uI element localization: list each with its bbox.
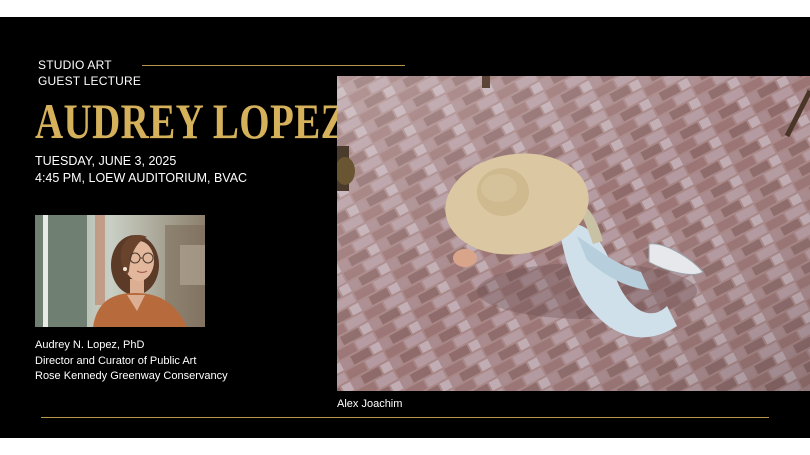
speaker-portrait	[35, 215, 205, 327]
photo-credit: Alex Joachim	[337, 398, 403, 410]
event-date: TUESDAY, JUNE 3, 2025	[35, 154, 177, 168]
event-datetime: TUESDAY, JUNE 3, 2025 4:45 PM, LOEW AUDI…	[35, 153, 247, 187]
event-type-label: STUDIO ART GUEST LECTURE	[38, 57, 141, 89]
top-divider	[142, 65, 405, 66]
speaker-role: Director and Curator of Public Art	[35, 354, 197, 367]
event-time-location: 4:45 PM, LOEW AUDITORIUM, BVAC	[35, 171, 248, 185]
speaker-full-name: Audrey N. Lopez, PhD	[35, 339, 145, 351]
eyebrow-line-1: STUDIO ART	[38, 58, 112, 72]
bottom-divider	[41, 417, 769, 418]
lecture-announcement-slide: STUDIO ART GUEST LECTURE AUDREY LOPEZ TU…	[0, 17, 810, 438]
speaker-credits: Audrey N. Lopez, PhD Director and Curato…	[35, 338, 228, 385]
eyebrow-line-2: GUEST LECTURE	[38, 74, 142, 88]
speaker-name-title: AUDREY LOPEZ	[35, 93, 348, 149]
artwork-photo	[337, 76, 810, 391]
speaker-organization: Rose Kennedy Greenway Conservancy	[35, 370, 228, 382]
